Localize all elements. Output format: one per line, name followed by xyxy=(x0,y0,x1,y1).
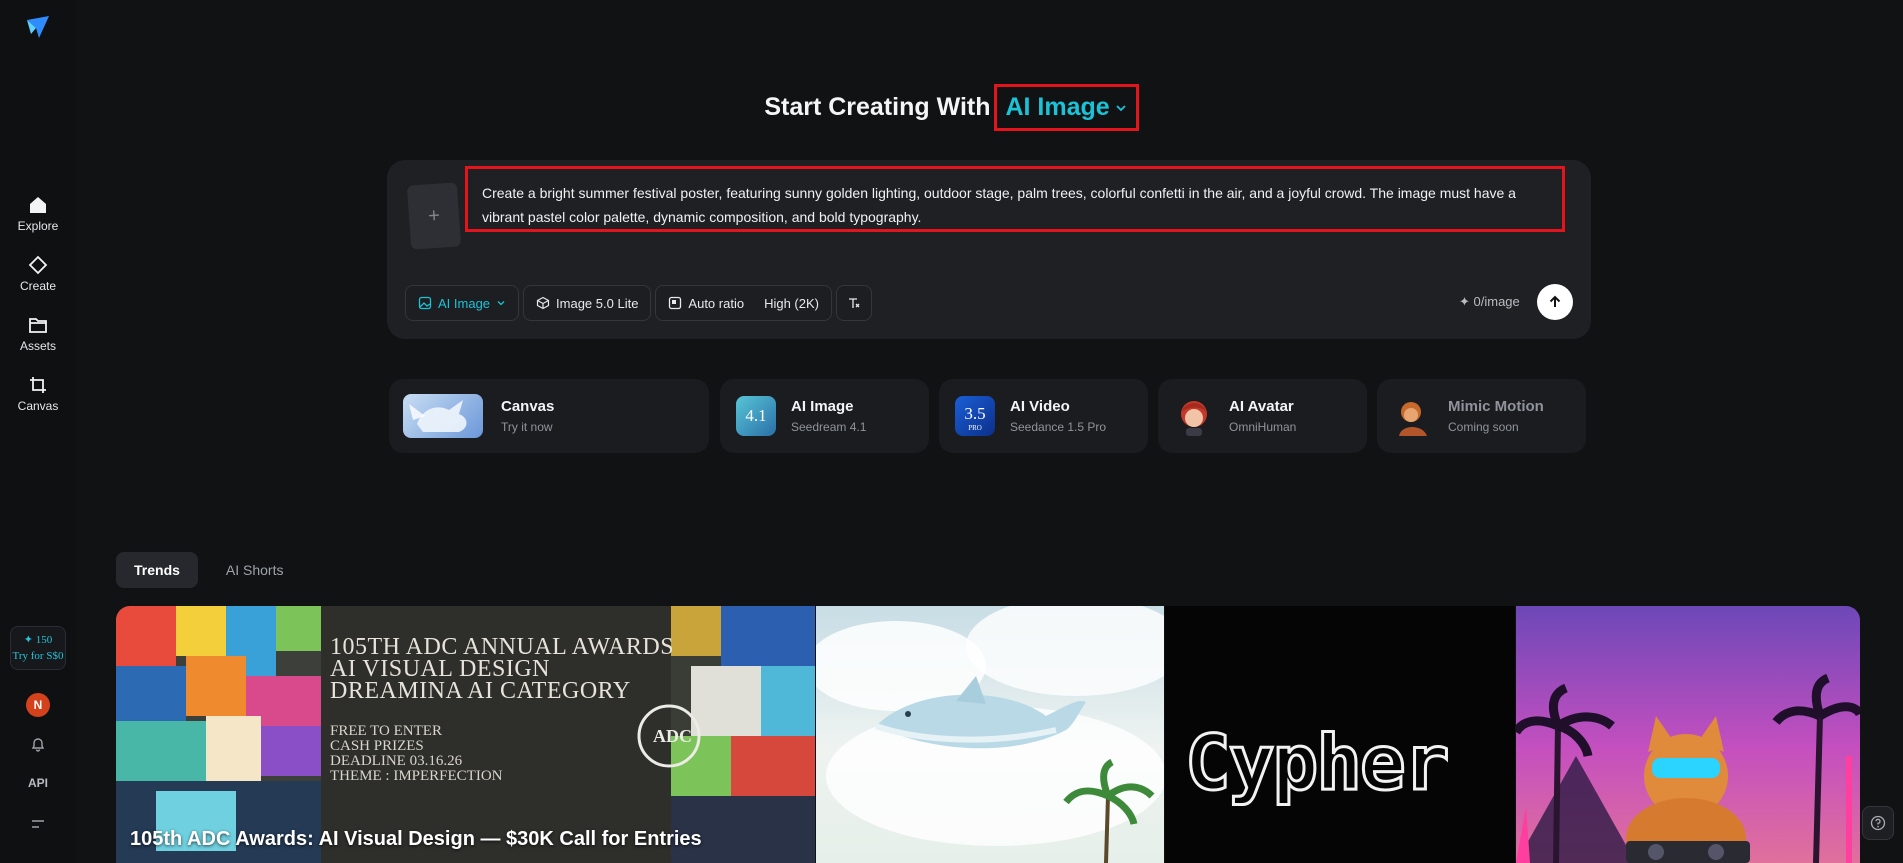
tool-subtitle: Seedream 4.1 xyxy=(791,420,867,434)
avatar[interactable]: N xyxy=(26,693,50,717)
sidebar-item-label: Assets xyxy=(19,339,56,353)
poster-detail: FREE TO ENTER xyxy=(330,723,442,739)
tab-ai-shorts[interactable]: AI Shorts xyxy=(208,552,302,588)
adc-poster-details: FREE TO ENTER CASH PRIZES DEADLINE 03.16… xyxy=(330,724,503,784)
content-type-selector[interactable]: AI Image xyxy=(405,285,520,321)
api-link[interactable]: API xyxy=(22,776,54,790)
quality-label: High (2K) xyxy=(764,295,819,311)
text-format-icon xyxy=(849,298,860,308)
tool-subtitle: Seedance 1.5 Pro xyxy=(1010,420,1107,434)
ratio-quality-selector[interactable]: Auto ratio High (2K) xyxy=(655,285,832,321)
feed-tabs: Trends AI Shorts xyxy=(116,552,302,588)
sidebar-item-assets[interactable]: Assets xyxy=(0,314,76,353)
content-type-label: AI Image xyxy=(438,295,491,311)
sidebar-item-label: Create xyxy=(19,279,57,293)
prompt-composer: + Create a bright summer festival poster… xyxy=(387,160,1591,339)
tool-title: AI Image xyxy=(791,398,854,415)
text-style-button[interactable] xyxy=(836,285,872,321)
credit-cost: ✦ 0/image xyxy=(1459,294,1520,309)
headline-prefix: Start Creating With xyxy=(764,93,991,121)
poster-line: 105TH ADC ANNUAL AWARDS xyxy=(330,634,675,660)
tool-title: AI Video xyxy=(1010,398,1070,415)
gallery-card-adc-awards[interactable]: 105TH ADC ANNUAL AWARDS AI VISUAL DESIGN… xyxy=(116,606,815,863)
diamond-icon xyxy=(27,254,49,276)
composer-toolbar: AI Image Image 5.0 Lite Auto ratio High … xyxy=(405,285,872,321)
canvas-thumbnail xyxy=(403,394,483,438)
tool-card-ai-image[interactable]: 4.1 AI Image Seedream 4.1 xyxy=(720,379,929,453)
tool-title: Canvas xyxy=(501,398,555,415)
credits-badge[interactable]: ✦ 150 Try for S$0 xyxy=(10,626,66,670)
tool-title: Mimic Motion xyxy=(1448,398,1544,415)
chevron-down-icon xyxy=(497,301,505,306)
mode-dropdown[interactable]: AI Image xyxy=(994,84,1139,131)
seedance-badge-number: 3.5 xyxy=(964,404,986,423)
poster-detail: CASH PRIZES xyxy=(330,738,424,754)
adc-poster-title: 105TH ADC ANNUAL AWARDS AI VISUAL DESIGN… xyxy=(330,634,675,704)
ratio-label: Auto ratio xyxy=(688,295,745,311)
dolphin-cloud-art xyxy=(816,606,1164,863)
gallery-card-dolphin[interactable] xyxy=(816,606,1164,863)
cat-dj-art xyxy=(1516,673,1860,863)
mimic-character-icon xyxy=(1393,396,1433,436)
folder-icon xyxy=(27,314,49,336)
sidebar-item-label: Canvas xyxy=(17,399,59,413)
poster-line: AI VISUAL DESIGN xyxy=(330,656,550,682)
tool-subtitle: OmniHuman xyxy=(1229,420,1297,434)
sidebar-item-label: Explore xyxy=(17,219,59,233)
cypher-wordmark: Cypher xyxy=(1184,717,1452,809)
tool-card-ai-video[interactable]: 3.5 PRO AI Video Seedance 1.5 Pro xyxy=(939,379,1148,453)
arrow-up-icon xyxy=(1549,295,1561,307)
cube-icon xyxy=(536,296,550,310)
sidebar-item-create[interactable]: Create xyxy=(0,254,76,293)
credits-amount: ✦ 150 xyxy=(23,634,53,646)
adc-emblem: ADC xyxy=(653,726,692,746)
home-icon xyxy=(27,194,49,216)
gallery-card-cypher[interactable]: Cypher xyxy=(1165,606,1515,863)
menu-icon[interactable] xyxy=(26,812,50,836)
bell-icon[interactable] xyxy=(26,732,50,756)
aspect-ratio-icon xyxy=(669,296,682,310)
poster-line: DREAMINA AI CATEGORY xyxy=(330,678,631,704)
sidebar-item-explore[interactable]: Explore xyxy=(0,194,76,233)
generate-button[interactable] xyxy=(1537,284,1573,320)
app-logo-icon[interactable] xyxy=(25,14,51,40)
seedance-badge-sub: PRO xyxy=(968,424,982,432)
tool-card-ai-avatar[interactable]: AI Avatar OmniHuman xyxy=(1158,379,1367,453)
gallery-caption: 105th ADC Awards: AI Visual Design — $30… xyxy=(130,828,702,850)
sidebar-item-canvas[interactable]: Canvas xyxy=(0,374,76,413)
image-icon xyxy=(418,296,432,310)
upload-reference-button[interactable]: + xyxy=(406,182,462,250)
model-selector[interactable]: Image 5.0 Lite xyxy=(523,285,652,321)
seedream-badge-icon: 4.1 xyxy=(736,396,776,436)
credits-offer: Try for S$0 xyxy=(12,650,64,662)
tool-subtitle: Coming soon xyxy=(1448,420,1519,434)
poster-detail: DEADLINE 03.16.26 xyxy=(330,753,463,769)
crop-icon xyxy=(27,374,49,396)
model-label: Image 5.0 Lite xyxy=(556,295,639,311)
page-title: Start Creating With AI Image xyxy=(0,84,1903,131)
poster-detail: THEME : IMPERFECTION xyxy=(330,768,503,784)
gallery-card-cat-dj[interactable] xyxy=(1516,606,1860,863)
help-icon[interactable] xyxy=(1862,806,1894,840)
tab-trends[interactable]: Trends xyxy=(116,552,198,588)
avatar-character-icon xyxy=(1174,396,1214,436)
tool-title: AI Avatar xyxy=(1229,398,1294,415)
tool-card-canvas[interactable]: Canvas Try it now xyxy=(389,379,709,453)
mode-dropdown-label: AI Image xyxy=(1005,93,1110,121)
trends-gallery: 105TH ADC ANNUAL AWARDS AI VISUAL DESIGN… xyxy=(116,606,1860,863)
tool-card-mimic-motion: Mimic Motion Coming soon xyxy=(1377,379,1586,453)
prompt-input[interactable]: Create a bright summer festival poster, … xyxy=(465,166,1565,232)
seedance-badge-icon: 3.5 PRO xyxy=(955,396,995,436)
chevron-down-icon xyxy=(1116,104,1126,111)
tool-subtitle: Try it now xyxy=(501,420,553,434)
